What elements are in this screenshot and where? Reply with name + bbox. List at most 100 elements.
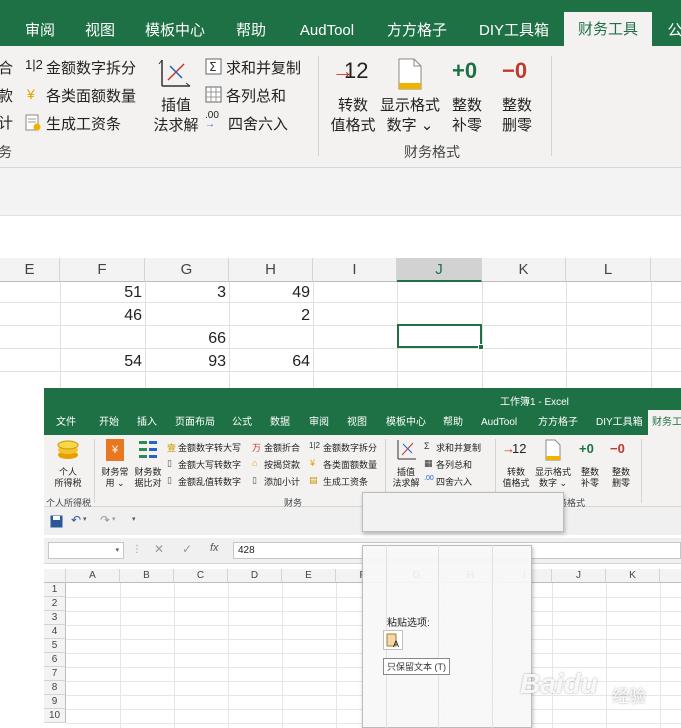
row-header-9[interactable]: 9 (44, 695, 66, 709)
face-count-button[interactable]: ¥ 各类面额数量 (25, 84, 140, 106)
interpolation-button[interactable]: 插值 法求解 (150, 56, 202, 140)
tab-help[interactable]: 帮助 (230, 0, 272, 46)
integer-delete-zero-button[interactable]: −0 整数 删零 (607, 439, 635, 493)
redo-icon[interactable]: ↷ (100, 513, 110, 527)
tab-file[interactable]: 文件 (56, 410, 76, 435)
paste-keep-text-only-button[interactable]: A (383, 630, 403, 650)
tab-finance-tools[interactable]: 财务工具 (564, 12, 652, 46)
amount-split-button[interactable]: 1|2 金额数字拆分 (25, 56, 140, 78)
cell-g1[interactable]: 3 (145, 284, 226, 302)
ribbon-item-truncated-1[interactable]: 合 (0, 57, 13, 78)
column-header-e[interactable]: E (282, 569, 336, 583)
sum-copy-button[interactable]: Σ 求和并复制 (205, 56, 315, 78)
tab-help[interactable]: 帮助 (443, 410, 463, 435)
integer-delete-zero-button[interactable]: −0 整数 删零 (496, 56, 538, 140)
row-header-6[interactable]: 6 (44, 653, 66, 667)
column-header-f[interactable]: F (60, 258, 145, 282)
tab-page-layout[interactable]: 页面布局 (175, 410, 215, 435)
integer-pad-zero-button[interactable]: +0 整数 补零 (446, 56, 488, 140)
tab-review[interactable]: 审阅 (309, 410, 329, 435)
select-all-corner[interactable] (44, 569, 66, 583)
column-header-h[interactable]: H (229, 258, 313, 282)
round-half-even-button[interactable]: 四舍六入 (436, 475, 472, 488)
column-header-j[interactable]: J (552, 569, 606, 583)
cell-f2[interactable]: 46 (60, 307, 142, 325)
cell-h1[interactable]: 49 (229, 284, 310, 302)
column-header-m[interactable] (651, 258, 681, 282)
row-header-2[interactable]: 2 (44, 597, 66, 611)
convert-value-format-button[interactable]: → 12 转数 值格式 (500, 439, 532, 493)
row-header-3[interactable]: 3 (44, 611, 66, 625)
add-subtotal-button[interactable]: 添加小计 (264, 475, 300, 488)
personal-income-tax-button[interactable]: 个人 所得税 (50, 439, 86, 493)
fill-handle[interactable] (478, 344, 484, 350)
chevron-down-icon[interactable]: ▾ (83, 515, 87, 523)
row-header-8[interactable]: 8 (44, 681, 66, 695)
amount-fold-button[interactable]: 金额折合 (264, 441, 300, 454)
display-format-button[interactable]: 显示格式 数字 ⌄ (379, 56, 441, 140)
cell-f4[interactable]: 54 (60, 353, 142, 371)
tab-view[interactable]: 视图 (80, 0, 120, 46)
row-header-4[interactable]: 4 (44, 625, 66, 639)
tab-fangfang-grid[interactable]: 方方格子 (538, 410, 578, 435)
insert-function-icon[interactable]: fx (210, 542, 219, 554)
cell-h4[interactable]: 64 (229, 353, 310, 371)
column-header-l[interactable] (660, 569, 681, 583)
tab-audtool[interactable]: AudTool (292, 0, 362, 46)
column-header-a[interactable]: A (66, 569, 120, 583)
convert-value-format-button[interactable]: → 12 转数 值格式 (328, 56, 378, 140)
tab-home[interactable]: 开始 (99, 410, 119, 435)
tab-fangfang-grid[interactable]: 方方格子 (382, 0, 452, 46)
round-half-even-button[interactable]: .00 → 四舍六入 (205, 110, 315, 134)
column-header-j[interactable]: J (397, 258, 482, 282)
column-header-e[interactable]: E (0, 258, 60, 282)
face-count-button[interactable]: 各类面额数量 (323, 458, 377, 471)
column-header-c[interactable]: C (174, 569, 228, 583)
amount-garbled-to-number-button[interactable]: 金额乱值转数字 (178, 475, 241, 488)
cell-h2[interactable]: 2 (229, 307, 310, 325)
tab-template-center[interactable]: 模板中心 (140, 0, 210, 46)
row-header-1[interactable]: 1 (44, 583, 66, 597)
ribbon-item-truncated-2[interactable]: 款 (0, 85, 13, 106)
finance-compare-button[interactable]: 财务数 据比对 (132, 439, 164, 493)
tab-diy-toolbox[interactable]: DIY工具箱 (472, 0, 556, 46)
confirm-icon[interactable]: ✓ (182, 542, 192, 556)
interpolation-button[interactable]: 插值 法求解 (390, 439, 422, 493)
row-header-10[interactable]: 10 (44, 709, 66, 723)
amount-to-upper-button[interactable]: 金额数字转大写 (178, 441, 241, 454)
tab-insert[interactable]: 插入 (137, 410, 157, 435)
row-header-5[interactable]: 5 (44, 639, 66, 653)
cell-g4[interactable]: 93 (145, 353, 226, 371)
amount-upper-to-number-button[interactable]: 金额大写转数字 (178, 458, 241, 471)
save-icon[interactable] (50, 515, 63, 528)
column-sum-button[interactable]: 各列总和 (205, 84, 315, 106)
display-format-button[interactable]: 显示格式 数字 ⌄ (533, 439, 573, 493)
name-box[interactable]: ▾ (48, 542, 124, 559)
tab-data[interactable]: 数据 (270, 410, 290, 435)
tab-public[interactable]: 公 (660, 0, 681, 46)
mortgage-loan-button[interactable]: 按揭贷款 (264, 458, 300, 471)
tab-finance-tools[interactable]: 财务工 (648, 410, 681, 435)
column-header-k[interactable]: K (606, 569, 660, 583)
chevron-down-icon[interactable]: ▾ (112, 515, 116, 523)
salary-sheet-button[interactable]: 生成工资条 (25, 112, 140, 134)
sum-copy-button[interactable]: 求和并复制 (436, 441, 481, 454)
tab-view[interactable]: 视图 (347, 410, 367, 435)
column-header-k[interactable]: K (482, 258, 566, 282)
chevron-down-icon[interactable]: ▾ (115, 546, 119, 554)
active-cell-j3[interactable] (397, 324, 484, 350)
customize-toolbar-icon[interactable]: ▾ (132, 515, 136, 523)
column-header-l[interactable]: L (566, 258, 651, 282)
column-header-g[interactable]: G (145, 258, 229, 282)
cell-f1[interactable]: 51 (60, 284, 142, 302)
finance-common-button[interactable]: ¥ 财务常 用 ⌄ (99, 439, 131, 493)
column-header-i[interactable]: I (313, 258, 397, 282)
column-header-d[interactable]: D (228, 569, 282, 583)
column-header-b[interactable]: B (120, 569, 174, 583)
integer-pad-zero-button[interactable]: +0 整数 补零 (576, 439, 604, 493)
undo-icon[interactable]: ↶ (71, 513, 81, 527)
tab-formulas[interactable]: 公式 (232, 410, 252, 435)
tab-review[interactable]: 审阅 (20, 0, 60, 46)
tab-audtool[interactable]: AudTool (481, 410, 517, 435)
tab-template-center[interactable]: 模板中心 (386, 410, 426, 435)
